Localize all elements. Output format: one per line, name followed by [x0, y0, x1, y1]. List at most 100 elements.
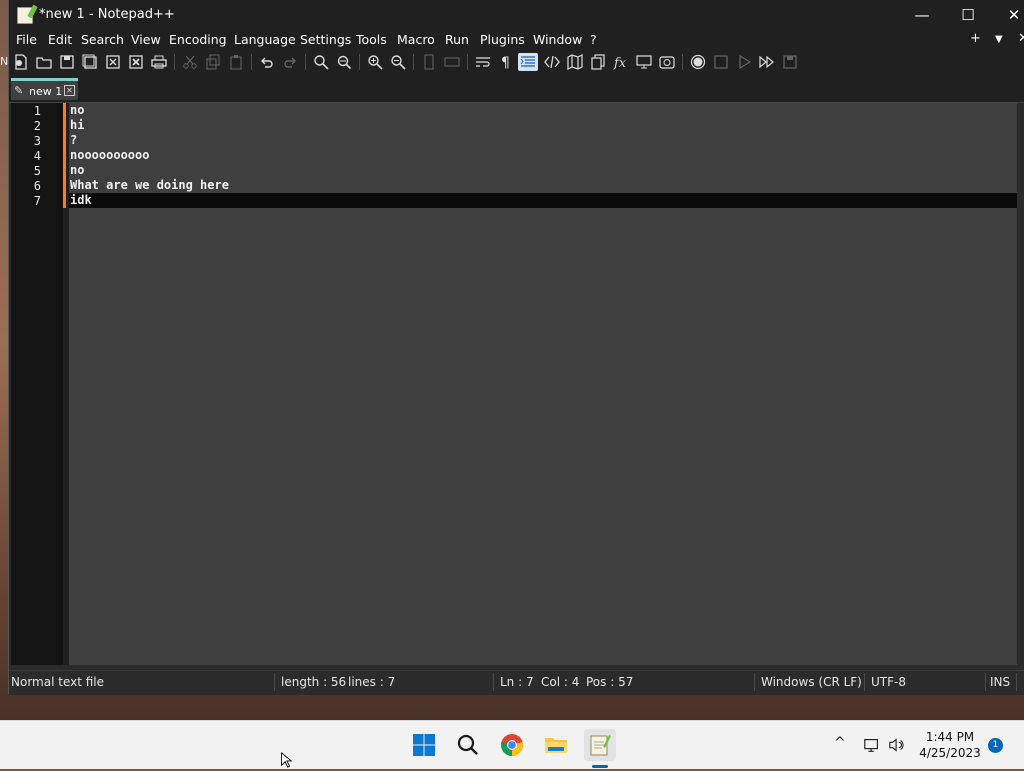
close-button[interactable]: ✕: [991, 0, 1024, 30]
open-file-icon[interactable]: [35, 53, 53, 71]
code-line[interactable]: no: [69, 163, 1017, 178]
notepad-plus-plus-taskbar-icon[interactable]: [584, 729, 616, 761]
status-encoding[interactable]: UTF-8: [871, 675, 906, 689]
line-number: 6: [33, 179, 41, 193]
save-icon[interactable]: [58, 53, 76, 71]
maximize-button[interactable]: ☐: [945, 0, 991, 30]
document-map-icon[interactable]: [566, 53, 584, 71]
tab-close-icon[interactable]: ✕: [64, 85, 75, 96]
code-line[interactable]: no: [69, 103, 1017, 118]
copy-icon[interactable]: [204, 53, 222, 71]
document-list-icon[interactable]: [589, 53, 607, 71]
menu-edit[interactable]: Edit: [48, 32, 72, 47]
user-defined-language-icon[interactable]: [543, 53, 561, 71]
line-number: 7: [33, 194, 41, 208]
desktop-edge-text: N: [0, 55, 9, 68]
menu-plugins[interactable]: Plugins: [480, 32, 525, 47]
status-col: Col : 4: [541, 675, 580, 689]
save-all-icon[interactable]: [81, 53, 99, 71]
window-title: *new 1 - Notepad++: [39, 7, 175, 22]
sync-horizontal-icon[interactable]: [443, 53, 461, 71]
code-line[interactable]: hi: [69, 118, 1017, 133]
menu-language[interactable]: Language: [234, 32, 296, 47]
tab-new-1[interactable]: ✎ new 1 ✕: [11, 78, 78, 100]
tab-label: new 1: [29, 85, 63, 98]
code-line[interactable]: ?: [69, 133, 1017, 148]
zoom-out-icon[interactable]: [389, 53, 407, 71]
line-number: 5: [33, 164, 41, 178]
menu-file[interactable]: File: [16, 32, 37, 47]
search-icon[interactable]: [452, 729, 484, 761]
menu-run[interactable]: Run: [445, 32, 469, 47]
menu-window[interactable]: Window: [533, 32, 582, 47]
text-content[interactable]: no hi ? noooooooooo no What are we doing…: [69, 103, 1017, 665]
playback-icon[interactable]: [735, 53, 753, 71]
redo-icon[interactable]: [281, 53, 299, 71]
taskbar: ^ 1:44 PM 4/25/2023 1: [0, 720, 1024, 769]
minimize-button[interactable]: —: [899, 0, 945, 30]
run-macro-multiple-icon[interactable]: [758, 53, 776, 71]
menu-encoding[interactable]: Encoding: [169, 32, 227, 47]
toolbar-separator: [305, 54, 306, 70]
status-lines: lines : 7: [348, 675, 396, 689]
file-explorer-icon[interactable]: [540, 729, 572, 761]
notification-badge[interactable]: 1: [988, 738, 1003, 753]
close-file-icon[interactable]: [104, 53, 122, 71]
function-list-icon[interactable]: fx: [612, 53, 630, 71]
menu-view[interactable]: View: [131, 32, 161, 47]
system-clock[interactable]: 1:44 PM 4/25/2023: [918, 729, 982, 761]
status-eol[interactable]: Windows (CR LF): [761, 675, 862, 689]
save-macro-icon[interactable]: [781, 53, 799, 71]
status-insert-mode[interactable]: INS: [990, 675, 1010, 689]
cut-icon[interactable]: [181, 53, 199, 71]
paste-icon[interactable]: [227, 53, 245, 71]
monitoring-icon[interactable]: [658, 53, 676, 71]
status-separator: [274, 673, 275, 691]
status-bar: Normal text file length : 56 lines : 7 L…: [9, 670, 1024, 695]
toolbar-separator: [682, 54, 683, 70]
print-icon[interactable]: [150, 53, 168, 71]
menu-bar: File Edit Search View Encoding Language …: [9, 30, 1024, 50]
add-tab-button[interactable]: +: [970, 31, 981, 46]
status-separator: [864, 673, 865, 691]
close-tab-button[interactable]: ✕: [1018, 31, 1024, 46]
sync-vertical-icon[interactable]: [420, 53, 438, 71]
menu-help[interactable]: ?: [590, 32, 597, 47]
title-bar: *new 1 - Notepad++ — ☐ ✕: [9, 0, 1024, 30]
zoom-in-icon[interactable]: [366, 53, 384, 71]
chrome-icon[interactable]: [496, 729, 528, 761]
undo-icon[interactable]: [258, 53, 276, 71]
menu-search[interactable]: Search: [81, 32, 124, 47]
menu-tools[interactable]: Tools: [356, 32, 387, 47]
start-icon[interactable]: [408, 729, 440, 761]
show-all-characters-icon[interactable]: ¶: [497, 53, 515, 71]
status-separator: [1016, 673, 1017, 691]
folder-as-workspace-icon[interactable]: [635, 53, 653, 71]
toolbar-separator: [413, 54, 414, 70]
code-line[interactable]: What are we doing here: [69, 178, 1017, 193]
volume-icon[interactable]: [885, 733, 909, 757]
indent-guide-icon[interactable]: [518, 53, 538, 71]
tab-list-dropdown[interactable]: ▼: [995, 34, 1003, 45]
current-code-line[interactable]: idk: [69, 193, 1017, 208]
show-hidden-icons-chevron[interactable]: ^: [834, 735, 846, 751]
new-file-icon[interactable]: [12, 53, 30, 71]
status-separator: [985, 673, 986, 691]
find-icon[interactable]: [312, 53, 330, 71]
word-wrap-icon[interactable]: [474, 53, 492, 71]
menu-settings[interactable]: Settings: [300, 32, 351, 47]
line-number: 3: [33, 134, 41, 148]
close-all-icon[interactable]: [127, 53, 145, 71]
notepad-window: *new 1 - Notepad++ — ☐ ✕ File Edit Searc…: [8, 0, 1024, 695]
menu-macro[interactable]: Macro: [397, 32, 435, 47]
stop-recording-icon[interactable]: [712, 53, 730, 71]
replace-icon[interactable]: [335, 53, 353, 71]
editor-area[interactable]: 1 2 3 4 5 6 7 no hi ? noooooooooo no Wha…: [11, 103, 1017, 665]
clock-date: 4/25/2023: [919, 746, 981, 760]
code-line[interactable]: noooooooooo: [69, 148, 1017, 163]
modified-pencil-icon: ✎: [14, 84, 24, 97]
line-number: 1: [33, 104, 41, 118]
record-macro-icon[interactable]: [689, 53, 707, 71]
network-icon[interactable]: [860, 733, 884, 757]
line-number: 2: [33, 119, 41, 133]
